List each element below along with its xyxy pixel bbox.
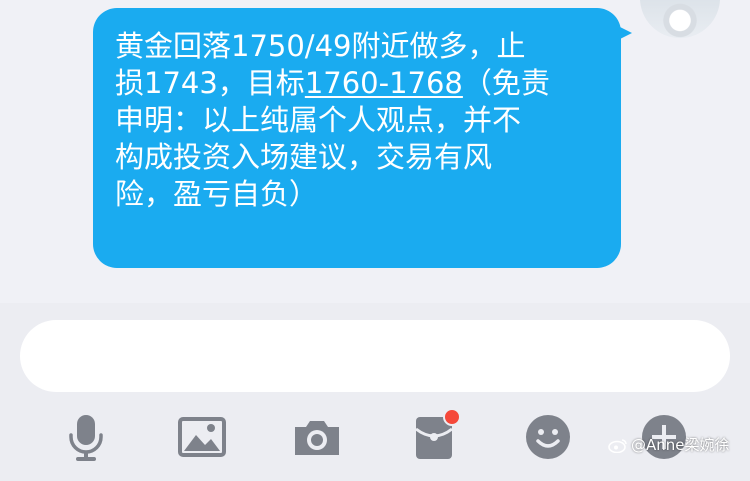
image-icon[interactable] (178, 413, 226, 461)
emoji-icon[interactable] (524, 413, 572, 461)
message-line: 损1743，目标1760-1768（免责 (115, 65, 599, 102)
message-line: 险，盈亏自负） (115, 177, 319, 211)
weibo-logo-icon (608, 438, 627, 453)
price-target-link[interactable]: 1760-1768 (305, 66, 463, 100)
watermark-text: @Anne梁婉徐 (631, 436, 730, 454)
message-input[interactable] (20, 320, 730, 392)
watermark: @Anne梁婉徐 (608, 434, 730, 455)
message-text: 损1743，目标 (115, 66, 305, 100)
notification-badge (443, 408, 461, 426)
message-text: （免责 (462, 66, 550, 100)
chat-area: 黄金回落1750/49附近做多，止 损1743，目标1760-1768（免责 申… (0, 0, 750, 303)
avatar[interactable] (640, 0, 720, 38)
message-line: 黄金回落1750/49附近做多，止 (115, 29, 526, 63)
camera-icon[interactable] (293, 413, 341, 461)
red-packet-icon[interactable] (410, 408, 461, 461)
message-bubble[interactable]: 黄金回落1750/49附近做多，止 损1743，目标1760-1768（免责 申… (93, 8, 621, 268)
message-line: 申明：以上纯属个人观点，并不 (115, 103, 522, 137)
message-line: 构成投资入场建议，交易有风 (115, 140, 493, 174)
microphone-icon[interactable] (62, 413, 110, 461)
